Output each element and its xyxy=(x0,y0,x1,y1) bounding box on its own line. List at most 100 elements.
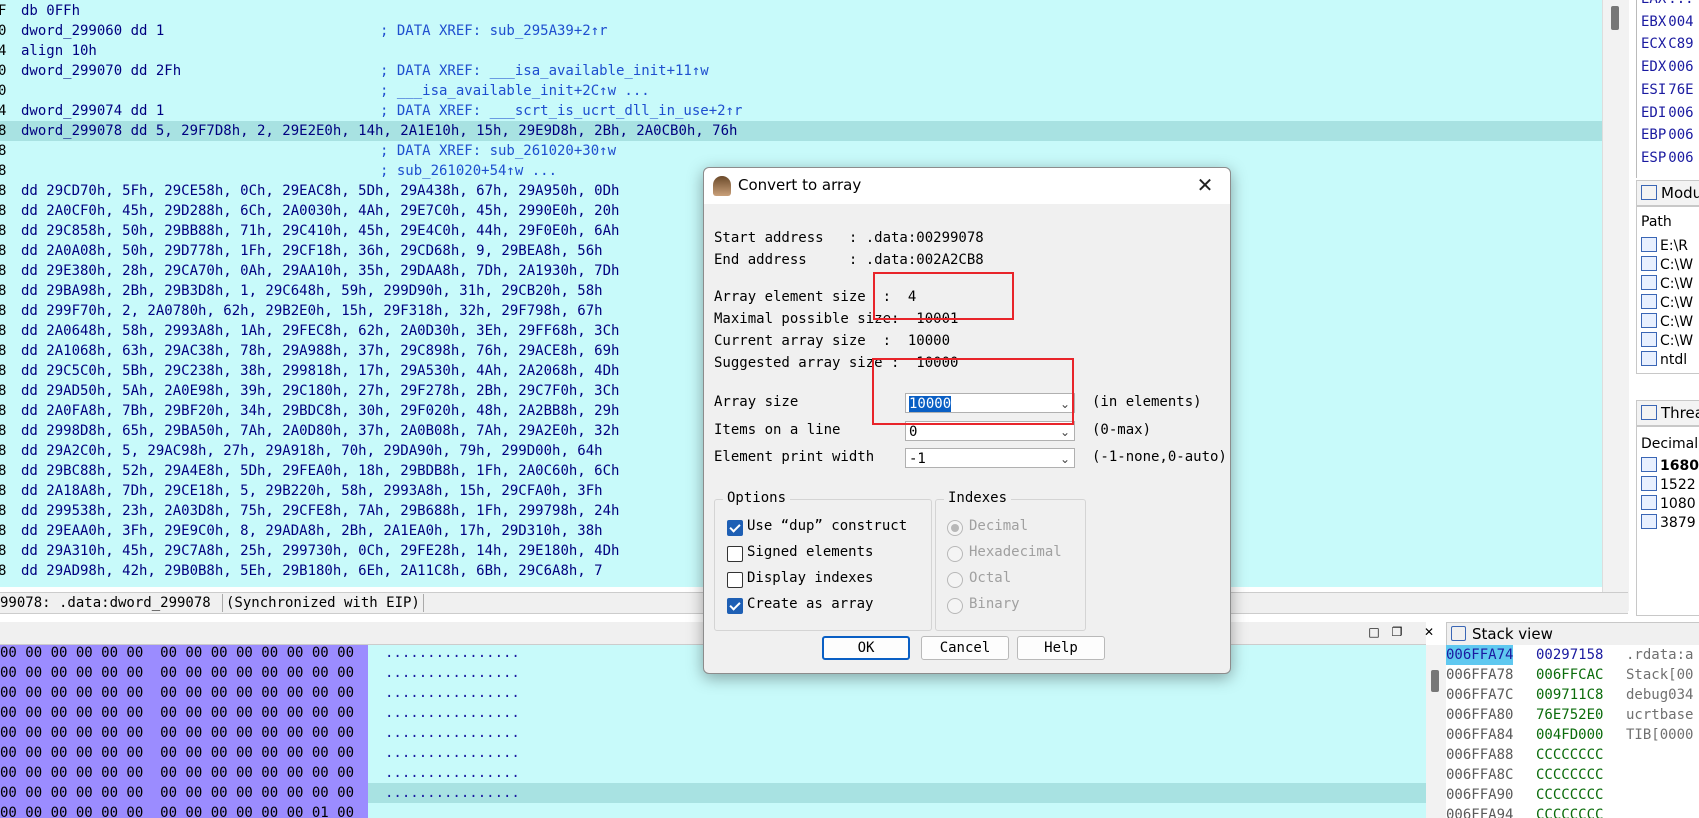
register-ebx[interactable]: EBX 004 xyxy=(1641,11,1694,33)
line-address: 8 xyxy=(0,163,7,179)
float-icon[interactable]: ❐ xyxy=(1390,625,1404,639)
stack-row[interactable]: 006FFA90 CCCCCCCC xyxy=(1446,785,1699,805)
register-value: ... xyxy=(1668,0,1693,7)
line-code: dd 2A0FA8h, 7Bh, 29BF20h, 34h, 29BDC8h, … xyxy=(21,403,620,419)
chevron-down-icon[interactable]: ⌄ xyxy=(1060,449,1070,469)
scrollbar-thumb[interactable] xyxy=(1611,6,1619,30)
disasm-line[interactable]: 8 ; DATA XREF: sub_261020+30↑w xyxy=(0,141,1602,161)
decimal-radio[interactable] xyxy=(947,520,963,536)
modules-pane[interactable]: Path E:\R C:\W C:\W C:\W C:\W C:\W ntdl xyxy=(1636,206,1699,374)
module-row[interactable]: C:\W xyxy=(1641,313,1693,332)
thread-icon xyxy=(1641,495,1657,510)
scrollbar-thumb[interactable] xyxy=(1431,670,1439,692)
register-ecx[interactable]: ECX C89 xyxy=(1641,33,1694,55)
register-name: EBP xyxy=(1641,127,1667,144)
registers-pane: EAX...EBX004ECXC89EDX006ESI76EEDI006EBP0… xyxy=(1636,0,1699,178)
module-row[interactable]: C:\W xyxy=(1641,275,1693,294)
register-eax[interactable]: EAX... xyxy=(1641,0,1694,10)
module-row[interactable]: C:\W xyxy=(1641,332,1693,351)
stack-row[interactable]: 006FFA74 00297158 .rdata:a xyxy=(1446,645,1699,665)
register-edi[interactable]: EDI 006 xyxy=(1641,102,1694,124)
hex-row[interactable]: 00 00 00 00 00 00 00 00 00 00 00 00 00 0… xyxy=(0,763,1426,783)
stack-view-title[interactable]: Stack view xyxy=(1446,622,1699,646)
stack-row[interactable]: 006FFA94 CCCCCCCC xyxy=(1446,805,1699,818)
hex-row[interactable]: 00 00 00 00 00 00 00 00 00 00 00 00 00 0… xyxy=(0,723,1426,743)
register-edx[interactable]: EDX 006 xyxy=(1641,56,1694,78)
line-address: 8 xyxy=(0,543,7,559)
register-esi[interactable]: ESI 76E xyxy=(1641,79,1694,101)
disasm-line[interactable]: 0 ; ___isa_available_init+2C↑w ... xyxy=(0,81,1602,101)
stack-row[interactable]: 006FFA78 006FFCAC Stack[00 xyxy=(1446,665,1699,685)
stack-addr: 006FFA74 xyxy=(1446,645,1514,665)
module-row[interactable]: E:\R xyxy=(1641,237,1688,256)
close-icon[interactable]: ✕ xyxy=(1422,625,1436,639)
register-value: 004 xyxy=(1668,13,1694,30)
stack-row[interactable]: 006FFA84 004FD000 TIB[0000 xyxy=(1446,725,1699,745)
register-name: EBX xyxy=(1641,13,1667,30)
threads-pane[interactable]: Decimal 1680 1522 1080 3879 xyxy=(1636,426,1699,616)
line-comment: ; sub_261020+54↑w ... xyxy=(380,163,558,179)
hexadecimal-radio[interactable] xyxy=(947,546,963,562)
module-row[interactable]: ntdl xyxy=(1641,351,1687,370)
hex-row[interactable]: 00 00 00 00 00 00 00 00 00 00 00 00 01 0… xyxy=(0,803,1426,818)
disasm-line[interactable]: 0 dword_299070 dd 2Fh ; DATA XREF: ___isa_… xyxy=(0,61,1602,81)
options-title: Options xyxy=(723,490,791,506)
module-row[interactable]: C:\W xyxy=(1641,256,1693,275)
register-value: 006 xyxy=(1668,149,1694,166)
ok-button[interactable]: OK xyxy=(822,636,910,660)
hex-bytes: 00 00 00 00 00 00 00 00 00 00 00 00 00 0… xyxy=(0,645,368,663)
disasm-line[interactable]: 8 dword_299078 dd 5, 29F7D8h, 2, 29E2E0h,… xyxy=(0,121,1602,141)
hex-row[interactable]: 00 00 00 00 00 00 00 00 00 00 00 00 00 0… xyxy=(0,743,1426,763)
hex-scrollbar[interactable] xyxy=(1426,645,1446,818)
disassembly-scrollbar[interactable] xyxy=(1602,0,1629,611)
stack-row[interactable]: 006FFA88 CCCCCCCC xyxy=(1446,745,1699,765)
module-row[interactable]: C:\W xyxy=(1641,294,1693,313)
binary-radio[interactable] xyxy=(947,598,963,614)
disasm-line[interactable]: 0 dword_299060 dd 1 ; DATA XREF: sub_295A3… xyxy=(0,21,1602,41)
stack-value: CCCCCCCC xyxy=(1536,767,1604,783)
create-as-array-label: Create as array xyxy=(747,596,874,612)
hex-row[interactable]: 00 00 00 00 00 00 00 00 00 00 00 00 00 0… xyxy=(0,683,1426,703)
thread-row[interactable]: 3879 xyxy=(1641,514,1696,533)
line-address: 8 xyxy=(0,503,7,519)
help-button[interactable]: Help xyxy=(1017,636,1105,660)
display-indexes-checkbox[interactable] xyxy=(727,572,743,588)
create-as-array-checkbox[interactable] xyxy=(727,598,743,614)
modules-pane-title[interactable]: Modul xyxy=(1636,180,1699,206)
stack-view[interactable]: 006FFA74 00297158 .rdata:a 006FFA78 006FFCAC… xyxy=(1446,645,1699,818)
hex-row[interactable]: 00 00 00 00 00 00 00 00 00 00 00 00 00 0… xyxy=(0,703,1426,723)
octal-radio[interactable] xyxy=(947,572,963,588)
register-ebp[interactable]: EBP 006 xyxy=(1641,124,1694,146)
close-icon[interactable]: ✕ xyxy=(1194,174,1216,196)
stack-row[interactable]: 006FFA7C 009711C8 debug034 xyxy=(1446,685,1699,705)
stack-row[interactable]: 006FFA80 76E752E0 ucrtbase xyxy=(1446,705,1699,725)
stack-value: CCCCCCCC xyxy=(1536,747,1604,763)
line-code: dd 29EAA0h, 3Fh, 29E9C0h, 8, 29ADA8h, 2B… xyxy=(21,523,603,539)
register-value: 76E xyxy=(1668,81,1694,98)
line-address: 8 xyxy=(0,243,7,259)
line-address: 8 xyxy=(0,123,7,139)
line-code: db 0FFh xyxy=(21,3,81,19)
stack-row[interactable]: 006FFA8C CCCCCCCC xyxy=(1446,765,1699,785)
disasm-line[interactable]: 4 align 10h xyxy=(0,41,1602,61)
module-icon xyxy=(1641,294,1657,309)
disasm-line[interactable]: Fdb 0FFh xyxy=(0,1,1602,21)
signed-elements-checkbox[interactable] xyxy=(727,546,743,562)
hex-row[interactable]: 00 00 00 00 00 00 00 00 00 00 00 00 00 0… xyxy=(0,783,1426,803)
restore-icon[interactable]: □ xyxy=(1367,625,1381,639)
threads-pane-title[interactable]: Threa xyxy=(1636,400,1699,426)
line-address: 8 xyxy=(0,263,7,279)
thread-row[interactable]: 1080 xyxy=(1641,495,1696,514)
line-address: 8 xyxy=(0,563,7,579)
register-value: 006 xyxy=(1668,127,1694,144)
thread-row[interactable]: 1680 xyxy=(1641,457,1699,476)
dialog-titlebar[interactable]: Convert to array ✕ xyxy=(704,168,1230,204)
use-dup-checkbox[interactable] xyxy=(727,520,743,536)
disasm-line[interactable]: 4 dword_299074 dd 1 ; DATA XREF: ___scrt_i… xyxy=(0,101,1602,121)
stack-value: 004FD000 xyxy=(1536,727,1604,743)
register-esp[interactable]: ESP 006 xyxy=(1641,147,1694,169)
element-print-width-combo[interactable]: -1 ⌄ xyxy=(905,448,1075,468)
thread-row[interactable]: 1522 xyxy=(1641,476,1696,495)
cancel-button[interactable]: Cancel xyxy=(921,636,1009,660)
chevron-down-icon[interactable]: ⌄ xyxy=(1060,422,1070,442)
